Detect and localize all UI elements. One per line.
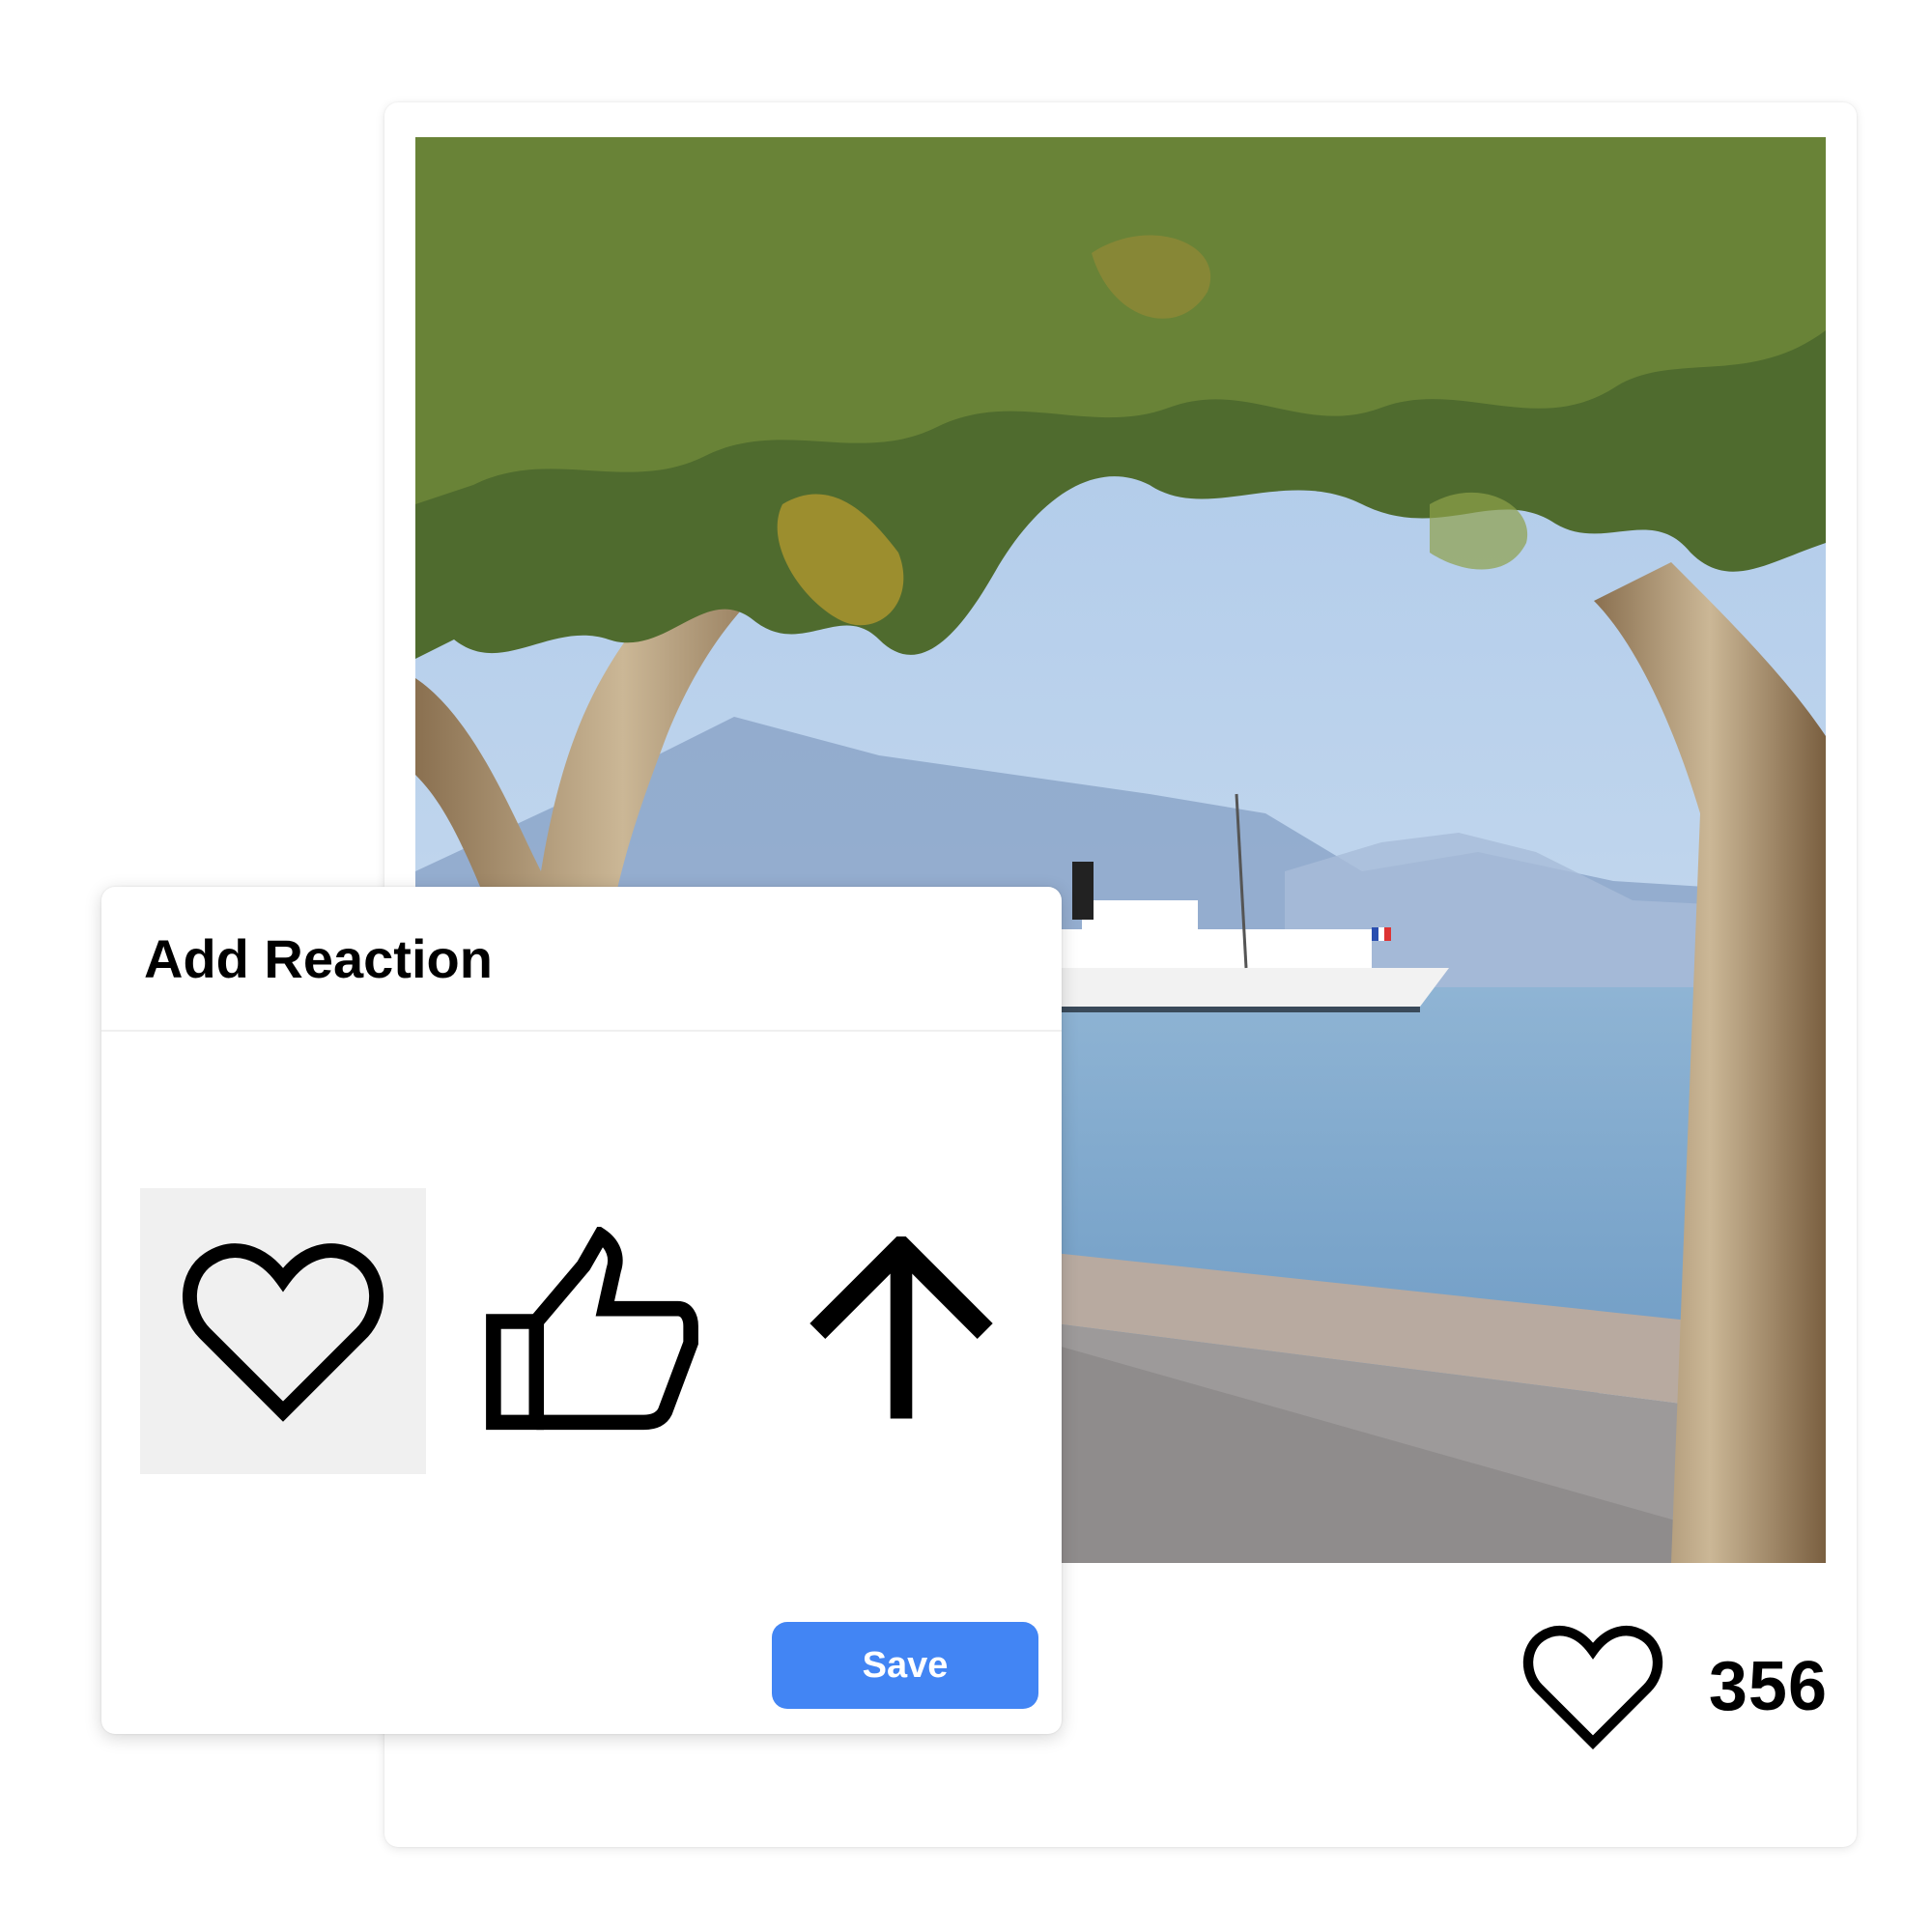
reaction-option-upvote[interactable] [758,1188,1044,1474]
likes-count: 356 [1708,1648,1828,1725]
add-reaction-dialog: Add Reaction Save [101,887,1062,1734]
reaction-option-heart[interactable] [140,1188,426,1474]
reaction-options [140,1188,1044,1474]
save-button[interactable]: Save [772,1622,1038,1709]
reaction-option-thumbs-up[interactable] [449,1188,735,1474]
dialog-title: Add Reaction [144,927,493,989]
heart-icon [183,1243,384,1422]
thumbs-up-icon [486,1227,698,1431]
like-row: 356 [1521,1609,1828,1764]
heart-outline-icon[interactable] [1521,1622,1664,1751]
arrow-up-icon [810,1236,993,1419]
dialog-header: Add Reaction [101,887,1062,1032]
